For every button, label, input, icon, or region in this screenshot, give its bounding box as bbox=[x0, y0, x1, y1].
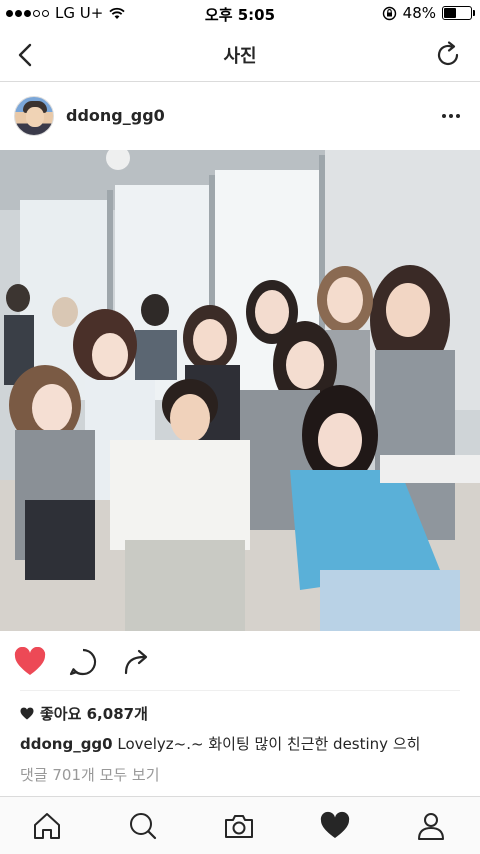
nav-bar: 사진 bbox=[0, 28, 480, 82]
group-photo-image bbox=[0, 150, 480, 631]
page-title: 사진 bbox=[223, 46, 257, 67]
battery-level bbox=[444, 8, 457, 18]
tab-bar bbox=[0, 796, 480, 854]
caption-username[interactable]: ddong_gg0 bbox=[20, 735, 113, 753]
divider bbox=[20, 690, 460, 691]
avatar[interactable] bbox=[14, 96, 54, 136]
tab-activity[interactable] bbox=[319, 811, 351, 841]
tab-search[interactable] bbox=[127, 811, 159, 841]
camera-icon bbox=[225, 815, 253, 838]
view-all-comments-link[interactable]: 댓글 701개 모두 보기 bbox=[20, 764, 160, 785]
status-right: 48% bbox=[382, 4, 475, 22]
comment-icon bbox=[69, 648, 97, 676]
post-caption: ddong_gg0 Lovelyz~.~ 화이팅 많이 친근한 destiny … bbox=[20, 733, 420, 754]
caption-text: Lovelyz~.~ 화이팅 많이 친근한 destiny 으히 bbox=[117, 735, 421, 753]
like-button[interactable] bbox=[14, 646, 46, 677]
home-icon bbox=[34, 813, 60, 839]
heart-icon bbox=[320, 811, 350, 838]
small-heart-icon bbox=[20, 707, 34, 720]
battery-percent: 48% bbox=[402, 4, 436, 22]
share-button[interactable] bbox=[122, 647, 152, 677]
tab-home[interactable] bbox=[31, 811, 63, 841]
profile-icon bbox=[418, 813, 444, 840]
heart-icon bbox=[14, 646, 46, 675]
post-username[interactable]: ddong_gg0 bbox=[66, 106, 165, 125]
likes-label: 좋아요 6,087개 bbox=[40, 705, 148, 723]
status-bar: LG U+ 오후 5:05 48% bbox=[0, 0, 480, 28]
tab-camera[interactable] bbox=[223, 811, 255, 841]
battery-icon bbox=[442, 6, 475, 20]
comment-button[interactable] bbox=[68, 647, 98, 677]
refresh-icon bbox=[437, 41, 459, 66]
post-photo[interactable] bbox=[0, 150, 480, 631]
orientation-lock-icon bbox=[382, 6, 396, 20]
share-icon bbox=[124, 649, 148, 675]
likes-count[interactable]: 좋아요 6,087개 bbox=[20, 703, 148, 724]
refresh-button[interactable] bbox=[434, 40, 464, 70]
search-icon bbox=[130, 813, 157, 840]
tab-profile[interactable] bbox=[415, 811, 447, 841]
post-header: ddong_gg0 bbox=[0, 82, 480, 150]
post-actions bbox=[0, 631, 480, 691]
more-options-icon[interactable] bbox=[442, 106, 462, 126]
